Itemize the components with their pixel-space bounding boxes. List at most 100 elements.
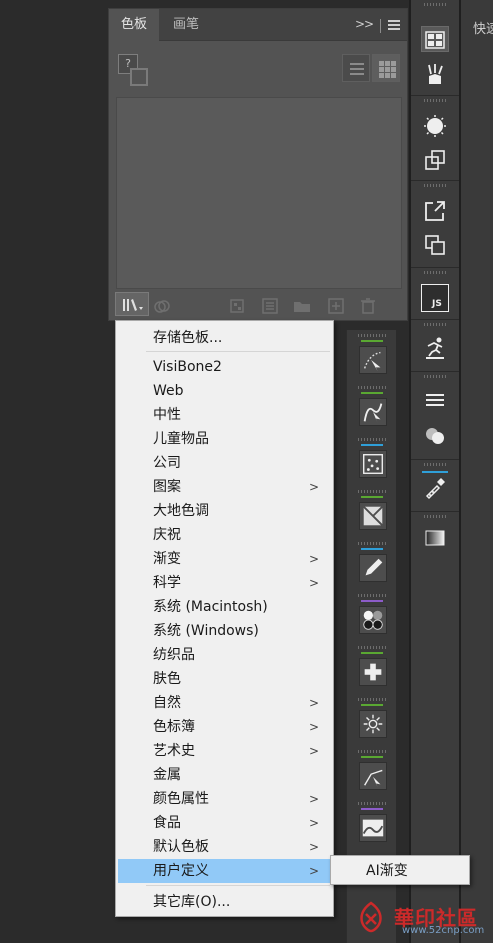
envelope-distort-icon — [359, 502, 387, 530]
submenu-arrow-icon: > — [308, 816, 319, 830]
menu-item-color-books[interactable]: 色标簿 > — [118, 715, 331, 739]
align-dock-icon[interactable] — [423, 388, 447, 412]
submenu-arrow-icon: > — [308, 720, 319, 734]
menu-item-textiles[interactable]: 纺织品 — [118, 643, 331, 667]
tab-swatches[interactable]: 色板 — [109, 9, 160, 41]
swatches-panel: 色板 画笔 >> ? — [108, 8, 408, 321]
panel-footer-toolbar — [109, 293, 407, 321]
menu-item-system-macintosh[interactable]: 系统 (Macintosh) — [118, 595, 331, 619]
tool-symbols[interactable] — [352, 592, 392, 640]
list-view-icon[interactable] — [342, 54, 370, 82]
color-guide-eyedropper-icon[interactable] — [423, 476, 447, 500]
watermark-logo-icon — [360, 901, 382, 933]
menu-item-kids-stuff[interactable]: 儿童物品 — [118, 427, 331, 451]
panel-tab-bar: 色板 画笔 >> — [109, 9, 407, 41]
new-color-group-icon[interactable] — [293, 298, 311, 314]
tool-strip — [346, 330, 396, 943]
artboards-dock-icon[interactable] — [423, 233, 447, 257]
actions-runner-icon[interactable] — [423, 336, 447, 360]
swatch-libraries-menu: 存储色板... VisiBone2 Web 中性 儿童物品 公司 图案 > 大地色… — [115, 320, 334, 917]
submenu-item-ai-gradient[interactable]: AI渐变 — [333, 859, 467, 883]
menu-item-art-history[interactable]: 艺术史 > — [118, 739, 331, 763]
tool-add[interactable] — [352, 644, 392, 692]
tool-pencil[interactable] — [352, 540, 392, 588]
dock-group-1 — [411, 0, 459, 96]
swatches-dock-icon[interactable] — [423, 28, 447, 52]
collapse-panel-button[interactable]: >> — [355, 17, 374, 31]
tool-envelope[interactable] — [352, 488, 392, 536]
menu-item-neutral[interactable]: 中性 — [118, 403, 331, 427]
menu-item-nature[interactable]: 自然 > — [118, 691, 331, 715]
library-books-icon — [123, 299, 143, 311]
cc-libraries-icon[interactable] — [153, 298, 171, 314]
submenu-arrow-icon: > — [308, 792, 319, 806]
tool-shaper[interactable] — [352, 748, 392, 796]
brushes-dock-icon[interactable] — [423, 62, 447, 86]
corner-curve-icon — [359, 762, 387, 790]
view-toggle — [342, 54, 402, 82]
dock-group-5 — [411, 320, 459, 372]
menu-item-gradients[interactable]: 渐变 > — [118, 547, 331, 571]
swatch-grid-area[interactable] — [116, 97, 402, 289]
submenu-arrow-icon: > — [308, 576, 319, 590]
pathfinder-dock-icon[interactable] — [423, 424, 447, 448]
delete-swatch-icon[interactable] — [359, 298, 377, 314]
symbol-circles-icon — [359, 606, 387, 634]
menu-item-color-properties[interactable]: 颜色属性 > — [118, 787, 331, 811]
pencil-icon — [359, 554, 387, 582]
dock-group-3 — [411, 181, 459, 268]
scripts-js-icon[interactable]: JS — [423, 286, 447, 310]
swatch-libraries-menu-button[interactable] — [115, 292, 149, 316]
menu-item-earthtone[interactable]: 大地色调 — [118, 499, 331, 523]
menu-separator — [146, 351, 330, 352]
tool-scatter[interactable] — [352, 436, 392, 484]
menu-item-celebration[interactable]: 庆祝 — [118, 523, 331, 547]
selected-swatch-frame — [130, 68, 148, 86]
grid-view-icon[interactable] — [372, 54, 400, 82]
menu-item-metal[interactable]: 金属 — [118, 763, 331, 787]
tab-brushes[interactable]: 画笔 — [161, 9, 211, 41]
tool-curvature[interactable] — [352, 384, 392, 432]
menu-item-web[interactable]: Web — [118, 379, 331, 403]
tool-anchor-point[interactable] — [352, 332, 392, 380]
dotted-square-icon — [359, 450, 387, 478]
new-swatch-icon[interactable] — [327, 298, 345, 314]
dock-group-6 — [411, 372, 459, 460]
dock-group-2 — [411, 96, 459, 181]
menu-item-other-library[interactable]: 其它库(O)... — [118, 890, 331, 914]
tool-flare[interactable] — [352, 696, 392, 744]
submenu-arrow-icon: > — [308, 864, 319, 878]
dock-group-4: JS — [411, 268, 459, 320]
menu-item-foods[interactable]: 食品 > — [118, 811, 331, 835]
quick-actions-label: 快速 — [473, 22, 493, 37]
submenu-arrow-icon: > — [308, 552, 319, 566]
menu-item-corporate[interactable]: 公司 — [118, 451, 331, 475]
menu-item-skin-tones[interactable]: 肤色 — [118, 667, 331, 691]
transform-dock-icon[interactable] — [423, 148, 447, 172]
menu-item-system-windows[interactable]: 系统 (Windows) — [118, 619, 331, 643]
submenu-arrow-icon: > — [308, 696, 319, 710]
gradient-dock-icon[interactable] — [423, 526, 447, 550]
properties-panel-edge: 快速 — [461, 0, 493, 943]
panel-menu-icon[interactable] — [388, 20, 400, 30]
submenu-arrow-icon: > — [308, 480, 319, 494]
swatch-options-icon[interactable] — [261, 298, 279, 314]
submenu-arrow-icon: > — [308, 744, 319, 758]
menu-item-default-swatches[interactable]: 默认色板 > — [118, 835, 331, 859]
plus-icon — [359, 658, 387, 686]
menu-item-user-defined[interactable]: 用户定义 > — [118, 859, 331, 883]
swatch-kind-icon[interactable] — [229, 298, 247, 314]
user-defined-submenu: AI渐变 — [330, 855, 470, 885]
tab-divider — [380, 19, 381, 33]
none-swatch-indicator[interactable]: ? — [118, 54, 152, 88]
menu-item-science[interactable]: 科学 > — [118, 571, 331, 595]
sun-flare-icon — [359, 710, 387, 738]
menu-item-save-swatches[interactable]: 存储色板... — [118, 326, 331, 350]
symbols-dock-icon[interactable] — [423, 114, 447, 138]
right-dock: JS — [411, 0, 459, 943]
export-dock-icon[interactable] — [423, 199, 447, 223]
menu-item-visibone2[interactable]: VisiBone2 — [118, 355, 331, 379]
dock-group-7 — [411, 460, 459, 512]
menu-item-patterns[interactable]: 图案 > — [118, 475, 331, 499]
tool-image-trace[interactable] — [352, 800, 392, 848]
